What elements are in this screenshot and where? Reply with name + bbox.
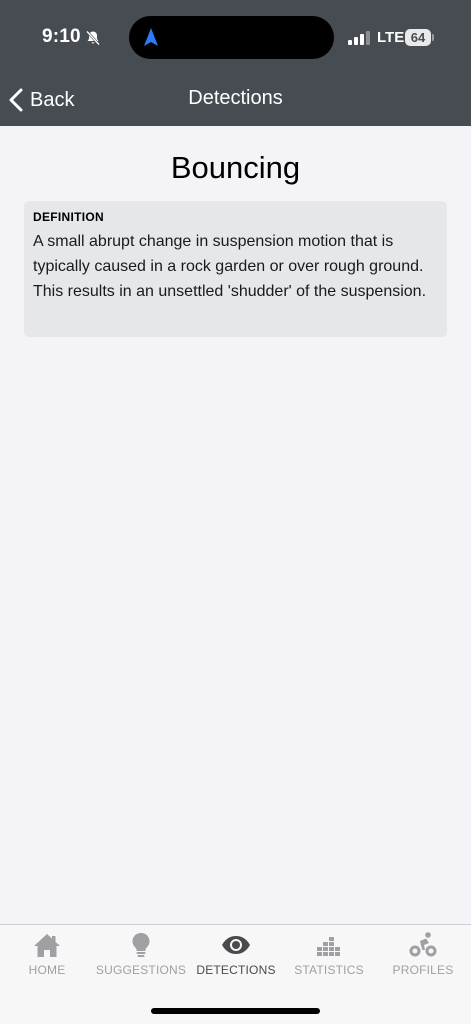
location-arrow-icon [144, 28, 158, 46]
network-type: LTE [377, 29, 405, 46]
tab-profiles[interactable]: PROFILES [391, 931, 455, 985]
tab-detections[interactable]: DETECTIONS [195, 931, 277, 985]
chevron-left-icon [9, 88, 23, 112]
tab-statistics[interactable]: STATISTICS [293, 931, 365, 985]
cyclist-icon [409, 932, 437, 957]
definition-card: DEFINITION A small abrupt change in susp… [24, 201, 447, 337]
tab-label-home: HOME [28, 963, 66, 977]
detection-detail-screen: 9:10 LTE 64 Back Detections Bouncing DEF… [0, 0, 471, 1024]
tab-suggestions[interactable]: SUGGESTIONS [96, 931, 186, 985]
header-bar: 9:10 LTE 64 Back Detections [0, 0, 471, 126]
tab-label-profiles: PROFILES [392, 963, 454, 977]
status-time: 9:10 [42, 26, 81, 47]
battery-tip [432, 34, 434, 41]
house-icon [34, 934, 60, 957]
battery-icon: 64 [405, 29, 431, 46]
back-label: Back [30, 88, 75, 111]
dynamic-island [129, 16, 334, 59]
page-title: Bouncing [170, 150, 301, 185]
back-button[interactable]: Back [8, 84, 74, 116]
bell-slash-icon [86, 30, 100, 46]
tab-label-statistics: STATISTICS [294, 963, 364, 977]
tab-label-detections: DETECTIONS [196, 963, 276, 977]
definition-heading: DEFINITION [33, 210, 104, 224]
home-indicator[interactable] [151, 1008, 320, 1014]
battery-level: 64 [410, 30, 426, 45]
bar-chart-icon [317, 937, 340, 956]
tab-label-suggestions: SUGGESTIONS [95, 963, 187, 977]
lightbulb-icon [132, 933, 150, 957]
definition-text: A small abrupt change in suspension moti… [33, 233, 427, 300]
cellular-signal-icon [348, 31, 370, 45]
eye-icon [222, 936, 250, 954]
tab-home[interactable]: HOME [17, 931, 77, 985]
